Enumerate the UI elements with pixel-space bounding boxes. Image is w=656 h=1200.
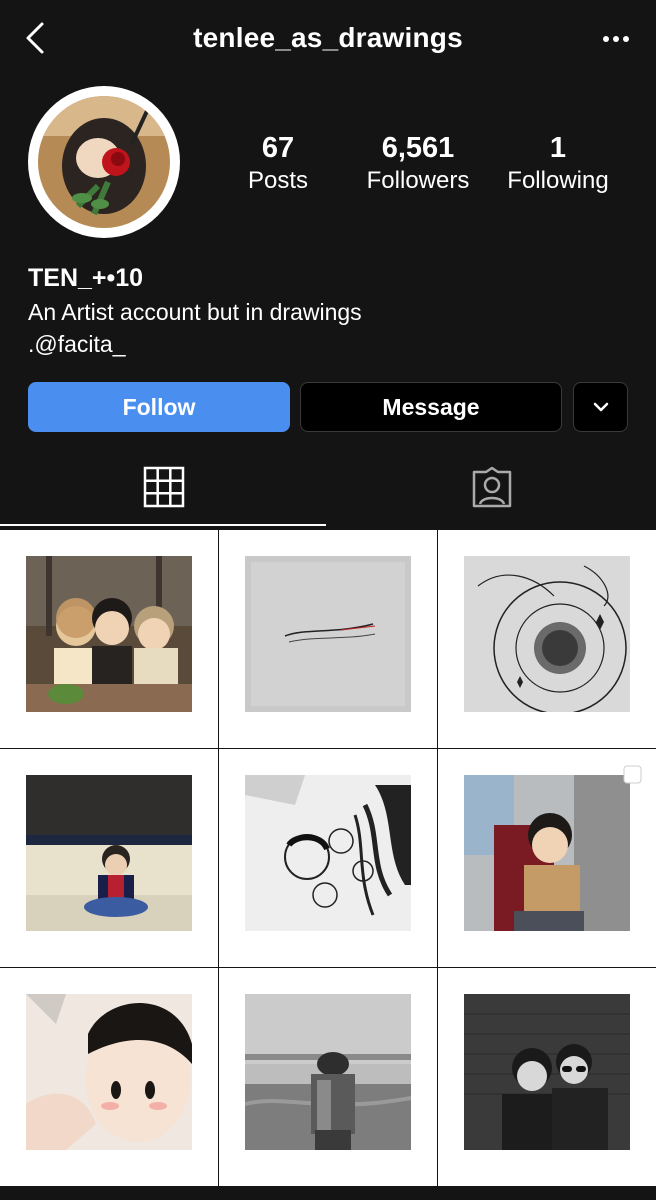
post-thumbnail[interactable] xyxy=(219,968,437,1186)
followers-stat[interactable]: 6,561 Followers xyxy=(356,130,480,196)
post-artwork xyxy=(26,994,192,1150)
post-thumbnail[interactable] xyxy=(219,530,437,748)
bio: An Artist account but in drawings .@faci… xyxy=(28,296,362,360)
multiple-images-icon xyxy=(623,759,647,784)
post-artwork xyxy=(245,556,411,712)
avatar-image xyxy=(38,96,170,228)
top-bar: tenlee_as_drawings xyxy=(0,0,656,80)
profile-tabs xyxy=(0,446,656,528)
followers-label: Followers xyxy=(366,167,470,194)
post-artwork xyxy=(26,775,192,931)
posts-count: 67 xyxy=(261,132,295,164)
post-thumbnail[interactable] xyxy=(438,749,656,967)
post-artwork xyxy=(464,994,630,1150)
post-thumbnail[interactable] xyxy=(438,530,656,748)
message-button[interactable]: Message xyxy=(300,382,562,432)
tagged-person-icon xyxy=(472,466,512,508)
following-label: Following xyxy=(507,167,609,194)
posts-label: Posts xyxy=(247,167,309,194)
post-artwork xyxy=(26,556,192,712)
username-title: tenlee_as_drawings xyxy=(193,22,463,53)
post-thumbnail[interactable] xyxy=(219,749,437,967)
post-artwork xyxy=(245,775,411,931)
posts-grid xyxy=(0,528,656,1200)
post-artwork xyxy=(464,775,630,931)
post-thumbnail[interactable] xyxy=(438,968,656,1186)
avatar[interactable] xyxy=(28,86,180,238)
profile-screen: tenlee_as_drawings 67 Posts 6,561 Follow… xyxy=(0,0,656,1200)
bio-line: An Artist account but in drawings xyxy=(28,299,362,325)
following-count: 1 xyxy=(549,132,567,164)
grid-icon xyxy=(143,466,185,508)
tab-grid[interactable] xyxy=(0,446,328,528)
post-thumbnail[interactable] xyxy=(0,749,218,967)
post-artwork xyxy=(464,556,630,712)
display-name: TEN_+•10 xyxy=(28,264,144,292)
posts-stat[interactable]: 67 Posts xyxy=(230,130,326,196)
bio-mention-link[interactable]: .@facita_ xyxy=(28,328,362,360)
follow-button[interactable]: Follow xyxy=(28,382,290,432)
chevron-down-icon xyxy=(593,402,608,412)
more-horizontal-icon[interactable] xyxy=(596,24,636,54)
post-thumbnail[interactable] xyxy=(0,968,218,1186)
post-thumbnail[interactable] xyxy=(0,530,218,748)
tab-tagged[interactable] xyxy=(328,446,656,528)
active-tab-indicator xyxy=(0,524,326,526)
following-stat[interactable]: 1 Following xyxy=(500,130,616,196)
suggested-dropdown-button[interactable] xyxy=(573,382,628,432)
post-artwork xyxy=(245,994,411,1150)
followers-count: 6,561 xyxy=(381,132,455,164)
